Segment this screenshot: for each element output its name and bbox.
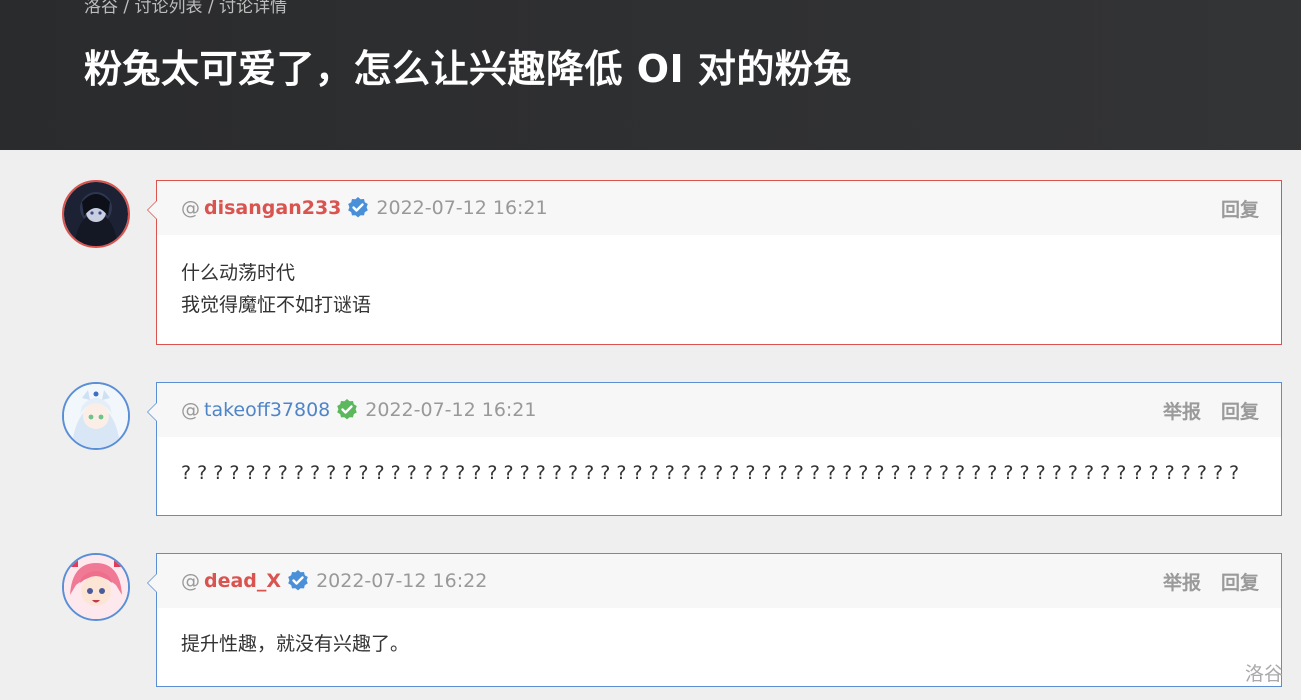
content-line: 什么动荡时代: [181, 262, 296, 284]
reply-card: @ dead_X 2022-07-12 16:22 举报 回复 提升性趣，就没有…: [147, 553, 1282, 687]
verified-badge-icon: [335, 398, 359, 422]
content-line: 我觉得魔怔不如打谜语: [181, 294, 372, 316]
post-time: 2022-07-12 16:21: [376, 197, 548, 219]
reply-header: @ disangan233 2022-07-12 16:21 回复: [157, 181, 1281, 235]
reply-content: 什么动荡时代 我觉得魔怔不如打谜语: [157, 235, 1281, 343]
avatar[interactable]: [62, 382, 130, 450]
reply-button[interactable]: 回复: [1221, 397, 1259, 424]
username-link[interactable]: takeoff37808: [204, 399, 330, 421]
at-sign: @: [181, 399, 200, 421]
page-title: 粉兔太可爱了，怎么让兴趣降低 OI 对的粉兔: [84, 47, 852, 91]
content-line: ? ? ? ? ? ? ? ? ? ? ? ? ? ? ? ? ? ? ? ? …: [181, 462, 1240, 484]
avatar[interactable]: [62, 180, 130, 248]
reply-card: @ disangan233 2022-07-12 16:21 回复 什么动荡时代…: [147, 180, 1282, 345]
username-link[interactable]: disangan233: [204, 197, 341, 219]
verified-badge-icon: [346, 196, 370, 220]
avatar-image-icon: [64, 384, 128, 448]
reply-content: 提升性趣，就没有兴趣了。: [157, 608, 1281, 682]
page-header: 洛谷 / 讨论列表 / 讨论详情 粉兔太可爱了，怎么让兴趣降低 OI 对的粉兔: [0, 0, 1301, 150]
reply-header: @ dead_X 2022-07-12 16:22 举报 回复: [157, 554, 1281, 608]
avatar[interactable]: [62, 553, 130, 621]
username-link[interactable]: dead_X: [204, 570, 281, 592]
at-sign: @: [181, 570, 200, 592]
reply-content: ? ? ? ? ? ? ? ? ? ? ? ? ? ? ? ? ? ? ? ? …: [157, 437, 1281, 511]
verified-badge-icon: [286, 569, 310, 593]
reply-actions: 回复: [1221, 195, 1259, 222]
at-sign: @: [181, 197, 200, 219]
avatar-image-icon: [64, 182, 128, 246]
post-time: 2022-07-12 16:21: [365, 399, 537, 421]
report-button[interactable]: 举报: [1163, 568, 1201, 595]
report-button[interactable]: 举报: [1163, 397, 1201, 424]
reply-button[interactable]: 回复: [1221, 195, 1259, 222]
reply-card: @ takeoff37808 2022-07-12 16:21 举报 回复 ? …: [147, 382, 1282, 516]
post-time: 2022-07-12 16:22: [316, 570, 488, 592]
breadcrumb[interactable]: 洛谷 / 讨论列表 / 讨论详情: [84, 0, 287, 17]
reply-actions: 举报 回复: [1163, 397, 1259, 424]
site-watermark: 洛谷: [1244, 663, 1283, 685]
content-line: 提升性趣，就没有兴趣了。: [181, 633, 410, 655]
reply-header: @ takeoff37808 2022-07-12 16:21 举报 回复: [157, 383, 1281, 437]
avatar-image-icon: [64, 555, 128, 619]
reply-button[interactable]: 回复: [1221, 568, 1259, 595]
reply-actions: 举报 回复: [1163, 568, 1259, 595]
